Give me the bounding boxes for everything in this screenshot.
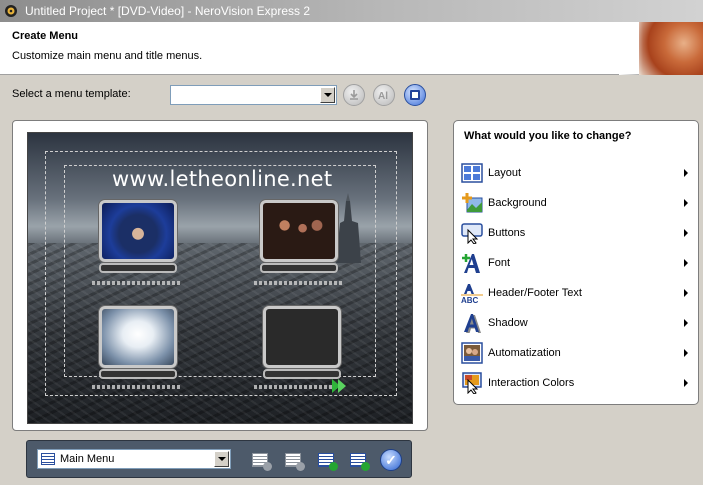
confirm-button[interactable]: ✓: [380, 449, 402, 471]
submenu-arrow-icon: [684, 169, 688, 177]
next-menu-button[interactable]: [347, 449, 370, 471]
submenu-arrow-icon: [684, 379, 688, 387]
play-menu-button[interactable]: [315, 449, 338, 471]
option-buttons[interactable]: Buttons: [460, 221, 694, 245]
template-select[interactable]: [170, 85, 337, 105]
option-interaction-colors[interactable]: Interaction Colors: [460, 371, 694, 395]
header-decoration: [619, 22, 703, 75]
svg-text:ABC: ABC: [461, 296, 479, 304]
save-template-button[interactable]: [404, 84, 426, 106]
button-caption-1: [92, 281, 182, 285]
menu-button-2[interactable]: [260, 200, 338, 273]
submenu-arrow-icon: [684, 229, 688, 237]
option-label: Shadow: [488, 317, 528, 329]
automatization-icon: [460, 342, 484, 364]
menu-select[interactable]: Main Menu: [37, 449, 231, 469]
option-label: Interaction Colors: [488, 377, 575, 389]
app-icon: [5, 5, 17, 17]
checkmark-icon: ✓: [385, 451, 397, 468]
save-icon: [410, 90, 420, 100]
svg-text:Al: Al: [378, 91, 388, 101]
option-label: Background: [488, 197, 547, 209]
interaction-colors-icon: [460, 372, 484, 394]
background-icon: [460, 192, 484, 214]
template-dropdown-arrow[interactable]: [320, 87, 335, 103]
layout-icon: [460, 162, 484, 184]
submenu-arrow-icon: [684, 289, 688, 297]
all-template-button[interactable]: Al: [373, 84, 395, 106]
option-background[interactable]: Background: [460, 191, 694, 215]
menu-button-1[interactable]: [99, 200, 177, 273]
menu-previous-icon: [285, 453, 305, 471]
panel-title: What would you like to change?: [464, 130, 632, 142]
option-automatization[interactable]: Automatization: [460, 341, 694, 365]
button-plate: [99, 263, 177, 273]
menu-preview-canvas[interactable]: www.letheonline.net: [27, 132, 413, 424]
change-options-panel: What would you like to change? Layout Ba…: [453, 120, 699, 405]
shadow-icon: [460, 312, 484, 334]
menu-list-icon: [41, 453, 55, 465]
template-label: Select a menu template:: [12, 88, 131, 100]
all-icon: Al: [378, 91, 388, 101]
submenu-arrow-icon: [684, 349, 688, 357]
title-bar: Untitled Project * [DVD-Video] - NeroVis…: [0, 0, 703, 22]
option-label: Layout: [488, 167, 522, 179]
page-subtitle: Customize main menu and title menus.: [12, 50, 203, 62]
button-caption-2: [254, 281, 344, 285]
menu-navigation-bar: Main Menu ✓: [26, 440, 412, 478]
menu-button-4[interactable]: [263, 306, 341, 379]
submenu-arrow-icon: [684, 199, 688, 207]
option-header-footer-text[interactable]: ABC Header/Footer Text: [460, 281, 694, 305]
option-label: Buttons: [488, 227, 526, 239]
menu-dropdown-arrow[interactable]: [214, 451, 229, 467]
menu-select-value: Main Menu: [60, 453, 115, 465]
option-font[interactable]: Font: [460, 251, 694, 275]
page-header: Create Menu Customize main menu and titl…: [0, 22, 703, 75]
menu-play-icon: [318, 453, 338, 471]
window-title: Untitled Project * [DVD-Video] - NeroVis…: [25, 4, 311, 18]
buttons-icon: [460, 222, 484, 244]
download-icon: [350, 90, 358, 100]
option-shadow[interactable]: Shadow: [460, 311, 694, 335]
import-template-button[interactable]: [343, 84, 365, 106]
option-label: Font: [488, 257, 511, 269]
menu-first-icon: [252, 453, 272, 471]
first-menu-button[interactable]: [249, 449, 272, 471]
button-plate: [99, 369, 177, 379]
page-title: Create Menu: [12, 30, 79, 42]
option-label: Header/Footer Text: [488, 287, 582, 299]
button-caption-3: [92, 385, 182, 389]
next-page-icon[interactable]: [330, 377, 348, 395]
menu-next-icon: [350, 453, 370, 471]
option-layout[interactable]: Layout: [460, 161, 694, 185]
submenu-arrow-icon: [684, 259, 688, 267]
header-footer-text-icon: ABC: [460, 282, 484, 304]
font-icon: [460, 252, 484, 274]
submenu-arrow-icon: [684, 319, 688, 327]
previous-menu-button[interactable]: [282, 449, 305, 471]
menu-button-3[interactable]: [99, 306, 177, 379]
menu-title-text[interactable]: www.letheonline.net: [112, 167, 332, 191]
button-plate: [260, 263, 338, 273]
option-label: Automatization: [488, 347, 561, 359]
